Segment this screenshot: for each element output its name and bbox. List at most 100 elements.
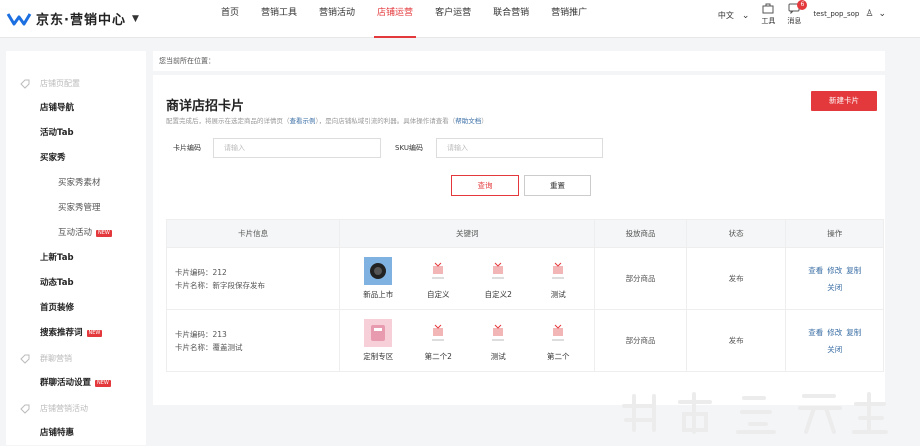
- sidebar-sub-label: 互动活动: [58, 228, 93, 238]
- top-navbar: 京东·营销中心 ▼ 首页 营销工具 营销活动 店铺运营 客户运营 联合营销 营销…: [0, 0, 920, 38]
- view-link[interactable]: 查看: [808, 266, 823, 275]
- sidebar-group-group-chat: 群聊营销: [6, 346, 146, 371]
- sidebar-sub-buyer-show-material[interactable]: 买家秀素材: [6, 171, 146, 196]
- keyword-item: 自定义: [414, 257, 474, 300]
- placeholder-thumbnail: [484, 257, 512, 285]
- main-panel: 商详店招卡片 配置完成后，将展示在选定商品的详情页（查看示例），是向店铺私域引流…: [153, 75, 885, 405]
- copy-link[interactable]: 复制: [846, 328, 861, 337]
- col-header-keywords: 关键词: [339, 219, 596, 248]
- sidebar-item-label: 搜索推荐词: [40, 328, 83, 338]
- sidebar-item-new-tab[interactable]: 上新Tab: [6, 246, 146, 271]
- goods-cell: 部分商品: [594, 309, 687, 372]
- tools-menu[interactable]: 工具: [761, 3, 775, 26]
- language-selector[interactable]: 中文 ⌄: [718, 10, 750, 21]
- product-thumbnail: [364, 257, 393, 285]
- col-header-card-info: 卡片信息: [165, 219, 341, 248]
- keyword-label: 自定义2: [484, 290, 512, 299]
- username: test_pop_sop: [813, 10, 860, 18]
- breadcrumb: 您当前所在位置：: [153, 51, 885, 71]
- keyword-label: 第二个2: [424, 352, 452, 361]
- keyword-label: 测试: [490, 352, 506, 361]
- nav-promotion[interactable]: 营销推广: [540, 0, 598, 38]
- view-link[interactable]: 查看: [808, 328, 823, 337]
- col-header-goods: 投放商品: [594, 219, 687, 248]
- nav-marketing-activities[interactable]: 营销活动: [308, 0, 366, 38]
- card-code: 卡片编码：213: [175, 329, 227, 339]
- help-doc-link[interactable]: 帮助文档: [455, 117, 481, 125]
- view-example-link[interactable]: 查看示例: [290, 117, 316, 125]
- sidebar-item-activity-tab[interactable]: 活动Tab: [6, 121, 146, 146]
- card-name: 卡片名称：覆盖测试: [175, 342, 243, 352]
- nav-store-operation[interactable]: 店铺运营: [366, 0, 424, 38]
- sidebar-sub-buyer-show-manage[interactable]: 买家秀管理: [6, 196, 146, 221]
- brand-name: 京东·营销中心: [36, 13, 126, 28]
- tag-icon: [20, 404, 30, 414]
- keyword-label: 新品上市: [363, 290, 394, 299]
- nav-joint-marketing[interactable]: 联合营销: [482, 0, 540, 38]
- nav-marketing-tools[interactable]: 营销工具: [250, 0, 308, 38]
- messages-label: 消息: [787, 17, 802, 25]
- nav-home[interactable]: 首页: [210, 0, 250, 38]
- sidebar-item-store-special[interactable]: 店铺特惠: [6, 421, 146, 446]
- new-badge: NEW: [96, 230, 112, 237]
- page-title: 商详店招卡片: [166, 99, 245, 114]
- main-nav: 首页 营销工具 营销活动 店铺运营 客户运营 联合营销 营销推广: [210, 0, 598, 38]
- table-row: 卡片编码：213 卡片名称：覆盖测试 定制专区 第二个2 测试 第二个 部分商品…: [165, 309, 884, 372]
- top-right-tools: 中文 ⌄ 工具 6 消息 test_pop_sop ♙ ⌄: [718, 0, 920, 38]
- goods-cell: 部分商品: [594, 247, 687, 310]
- keyword-item: 测试: [534, 257, 594, 300]
- actions-cell: 查看 修改 复制 关闭: [785, 309, 884, 372]
- product-thumbnail: [364, 319, 393, 347]
- card-code-input[interactable]: 请输入: [213, 138, 381, 158]
- keyword-item: 第二个: [534, 319, 594, 362]
- keywords-cell: 定制专区 第二个2 测试 第二个: [339, 309, 596, 372]
- nav-customer-operation[interactable]: 客户运营: [424, 0, 482, 38]
- sidebar-group-store-page: 店铺页配置: [6, 71, 146, 96]
- jd-logo-icon: [6, 12, 32, 25]
- keywords-cell: 新品上市 自定义 自定义2 测试: [339, 247, 596, 310]
- sidebar-sub-interactive[interactable]: 互动活动 NEW: [6, 221, 146, 246]
- table-row: 卡片编码：212 卡片名称：新字段保存发布 新品上市 自定义 自定义2 测试 部…: [165, 247, 884, 310]
- col-header-actions: 操作: [785, 219, 884, 248]
- edit-link[interactable]: 修改: [827, 266, 842, 275]
- chevron-down-icon: ⌄: [741, 10, 750, 21]
- card-info-cell: 卡片编码：212 卡片名称：新字段保存发布: [165, 247, 341, 310]
- sidebar-item-dynamic-tab[interactable]: 动态Tab: [6, 271, 146, 296]
- keyword-item: 测试: [474, 319, 534, 362]
- sidebar: 店铺页配置 店铺导航 活动Tab 买家秀 买家秀素材 买家秀管理 互动活动 NE…: [6, 51, 146, 445]
- caret-down-icon[interactable]: ▼: [132, 14, 139, 24]
- sidebar-item-label: 群聊活动设置: [40, 378, 92, 388]
- messages-menu[interactable]: 6 消息: [787, 0, 808, 26]
- reset-button[interactable]: 重置: [524, 175, 591, 196]
- keyword-label: 第二个: [547, 352, 570, 361]
- sidebar-item-search-words[interactable]: 搜索推荐词 NEW: [6, 321, 146, 346]
- language-label: 中文: [717, 11, 734, 20]
- card-code: 卡片编码：212: [175, 267, 227, 277]
- sku-label: SKU编码: [395, 144, 423, 152]
- watermark-graphic: [622, 392, 888, 434]
- keyword-item: 定制专区: [354, 319, 414, 362]
- message-count-badge: 6: [797, 0, 808, 10]
- query-button[interactable]: 查询: [451, 175, 519, 196]
- sku-input[interactable]: 请输入: [436, 138, 603, 158]
- sidebar-item-homepage-decor[interactable]: 首页装修: [6, 296, 146, 321]
- col-header-status: 状态: [685, 219, 787, 248]
- sidebar-item-store-nav[interactable]: 店铺导航: [6, 96, 146, 121]
- tag-icon: [20, 354, 30, 364]
- tag-icon: [20, 79, 30, 89]
- close-link[interactable]: 关闭: [827, 283, 842, 292]
- card-info-cell: 卡片编码：213 卡片名称：覆盖测试: [165, 309, 341, 372]
- edit-link[interactable]: 修改: [827, 328, 842, 337]
- brand[interactable]: 京东·营销中心 ▼: [6, 9, 139, 28]
- sidebar-item-group-activity[interactable]: 群聊活动设置 NEW: [6, 371, 146, 396]
- copy-link[interactable]: 复制: [846, 266, 861, 275]
- keyword-label: 测试: [550, 290, 566, 299]
- status-cell: 发布: [685, 247, 787, 310]
- new-card-button[interactable]: 新建卡片: [811, 91, 877, 111]
- close-link[interactable]: 关闭: [827, 345, 842, 354]
- sidebar-item-buyer-show[interactable]: 买家秀: [6, 146, 146, 171]
- card-name: 卡片名称：新字段保存发布: [175, 280, 265, 290]
- user-menu[interactable]: test_pop_sop ♙ ⌄: [813, 9, 886, 19]
- sidebar-group-store-marketing: 店铺营销活动: [6, 396, 146, 421]
- new-badge: NEW: [86, 330, 103, 337]
